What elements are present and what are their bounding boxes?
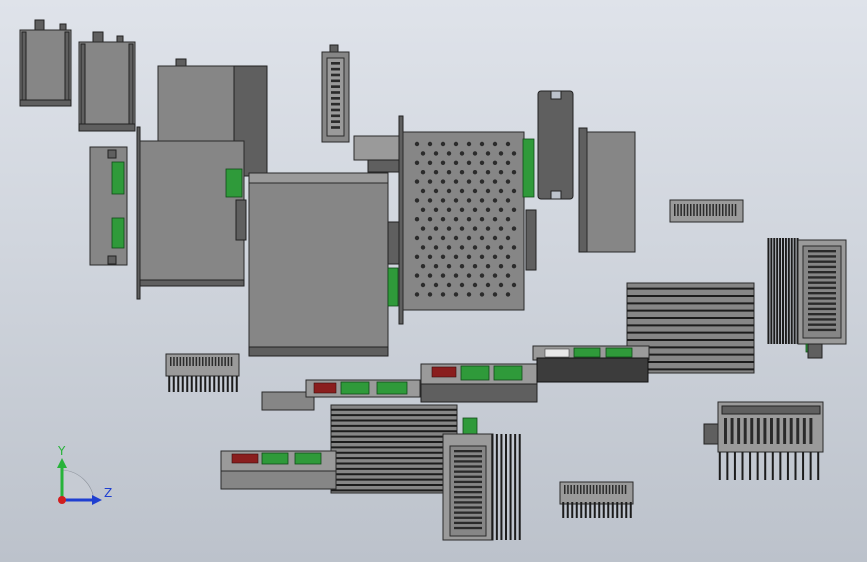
vertical-finned-driver[interactable] [442,417,521,541]
y-axis-arrowhead [57,458,67,468]
dark-mounting-plate[interactable] [537,90,574,200]
large-enclosure-left[interactable] [136,126,247,300]
x-axis-dot [58,496,66,504]
finned-driver-bottom-right[interactable] [703,401,824,480]
axis-triad: Y Z [57,444,112,505]
heatsink-driver-right[interactable] [767,238,847,359]
narrow-power-supply[interactable] [321,44,350,143]
tall-gray-box[interactable] [578,127,636,253]
small-finned-driver[interactable] [165,353,240,392]
terminal-board-2[interactable] [420,363,538,403]
small-driver-module-1[interactable] [19,19,72,107]
terminal-board-4[interactable] [220,450,337,490]
z-axis-label: Z [104,486,112,500]
small-horizontal-psu[interactable] [669,199,744,223]
z-axis-arrowhead [92,495,102,505]
small-finned-module-bottom[interactable] [559,481,634,518]
cad-viewport[interactable]: Y Z [0,0,867,562]
small-driver-module-2[interactable] [78,31,136,132]
terminal-board-3[interactable] [532,345,650,383]
driver-with-terminals-left[interactable] [89,146,128,266]
y-axis-label: Y [57,444,66,458]
finned-block-center[interactable] [330,404,458,494]
large-enclosure-center[interactable] [248,172,401,357]
